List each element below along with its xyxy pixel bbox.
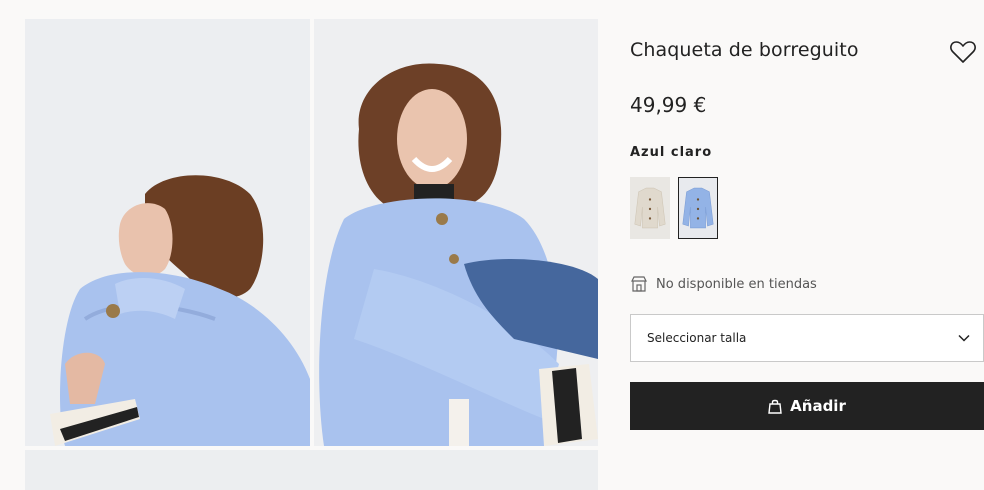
product-photo-bottom[interactable] (25, 450, 598, 490)
product-photo-front[interactable] (314, 19, 598, 446)
product-title: Chaqueta de borreguito (630, 39, 859, 61)
store-availability: No disponible en tiendas (630, 275, 817, 293)
product-details: Chaqueta de borreguito 49,99 € Azul clar… (630, 0, 984, 485)
product-photo-side[interactable] (25, 19, 310, 446)
heart-icon (950, 41, 976, 63)
add-to-bag-button[interactable]: Añadir (630, 382, 984, 430)
selected-color-label: Azul claro (630, 145, 713, 160)
availability-text: No disponible en tiendas (656, 276, 817, 292)
store-icon (631, 276, 647, 292)
model-side-image (25, 19, 310, 446)
favorite-button[interactable] (950, 40, 976, 64)
size-select[interactable]: Seleccionar talla (630, 314, 984, 362)
blue-jacket-thumbnail (679, 178, 717, 238)
model-front-image (314, 19, 598, 446)
bag-icon (768, 399, 782, 414)
size-select-label: Seleccionar talla (647, 331, 747, 345)
product-gallery (0, 0, 620, 490)
color-swatch-beige[interactable] (630, 177, 670, 239)
add-button-label: Añadir (790, 397, 846, 415)
color-swatch-light-blue[interactable] (678, 177, 718, 239)
beige-jacket-thumbnail (631, 178, 669, 238)
product-price: 49,99 € (630, 93, 707, 117)
chevron-down-icon (958, 334, 970, 342)
